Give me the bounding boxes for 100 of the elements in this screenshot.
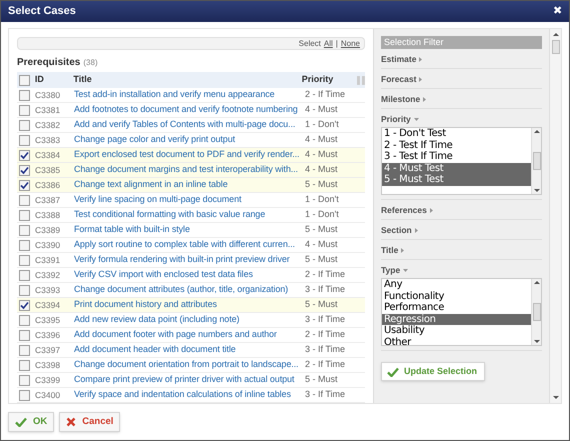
ok-button[interactable]: OK [8,412,54,432]
filter-section-toggle[interactable]: Estimate [381,54,542,64]
priority-text: 4 - Must [305,103,339,116]
priority-text: 4 - Must [305,148,339,162]
column-header[interactable]: Priority [302,73,358,87]
case-title-link[interactable]: Change document attributes (author, title, organization) [74,283,305,297]
table-row[interactable]: C3381 Add footnotes to document and verify footnote numbering 4 - Must [17,103,365,118]
case-title-link[interactable]: Change document orientation from portrait to landscape... [74,358,305,372]
case-title-link[interactable]: Test conditional formatting with basic value range [74,208,305,222]
case-title-link[interactable]: Test add-in installation and verify menu appearance [74,88,305,102]
table-row[interactable]: C3386 Change text alignment in an inline table 5 - Must [17,178,365,193]
priority-text: 5 - Must [305,253,339,266]
list-option[interactable]: Usability [382,325,531,336]
priority-text: 3 - If Time [305,283,346,296]
column-header[interactable]: Title [73,73,302,87]
table-row[interactable]: C3397 Add document header with document title 3 - If Time [17,343,365,358]
count: (38) [83,57,98,69]
window-title: Select Cases [8,4,76,20]
list-box[interactable]: 1 - Don't Test 2 - Test If Time 3 - Test If Time 4 - Must Test 5 - Must Test [381,127,542,195]
case-title-link[interactable]: Verify CSV import with enclosed test data files [74,268,305,282]
table-row[interactable]: C3398 Change document orientation from portrait to landscape... 2 - If Time [17,358,365,373]
case-title-link[interactable]: Change page color and verify print output [74,133,305,147]
list-option[interactable]: 4 - Must Test [382,162,531,174]
case-title-link[interactable]: Export enclosed test document to PDF and verify render... [74,148,305,162]
list-option[interactable]: 5 - Must Test [382,174,531,186]
case-id: C3397 [35,344,62,356]
list-option[interactable]: Other [382,336,531,345]
table-row[interactable]: C3391 Verify formula rendering with built-in print preview driver 5 - Must [17,253,365,268]
table-row[interactable]: C3399 Compare print preview of printer driver with actual output 5 - Must [17,373,365,388]
filter-section-toggle[interactable]: Section [381,225,542,235]
priority-text: 3 - If Time [305,343,346,356]
case-id: C3391 [35,254,62,266]
table-row[interactable]: C3383 Change page color and verify print output 4 - Must [17,133,365,148]
case-title-link[interactable]: Add document header with document title [74,343,305,357]
table-row[interactable]: C3390 Apply sort routine to complex table with different curren... 4 - Must [17,238,365,253]
case-id: C3384 [35,148,62,162]
list-option[interactable]: Performance [382,302,531,314]
priority-text: 1 - Don't [305,193,340,206]
case-title-link[interactable]: Add document footer with page numbers and author [74,328,305,342]
case-title-link[interactable]: Add new review data point (including note) [74,313,305,327]
column-header[interactable]: ID [34,73,74,87]
update-selection-button[interactable]: Update Selection [381,362,485,381]
filter-section-toggle[interactable]: Type [381,265,542,275]
case-title-link[interactable]: Print document history and attributes [74,298,305,312]
filter-header: Selection Filter [381,36,542,49]
table-row[interactable]: C3396 Add document footer with page numbers and author 2 - If Time [17,328,365,343]
table-row[interactable]: C3382 Add and verify Tables of Contents with multi-page docu... 1 - Don't [17,118,365,133]
list-option[interactable]: 2 - Test If Time [382,140,531,151]
table-row[interactable]: C3387 Verify line spacing on multi-page document 1 - Don't [17,193,365,208]
table-row[interactable]: C3392 Verify CSV import with enclosed test data files 2 - If Time [17,268,365,283]
case-title-link[interactable]: Add footnotes to document and verify footnote numbering [74,103,305,117]
table-row[interactable]: C3395 Add new review data point (including note) 3 - If Time [17,313,365,328]
case-id: C3398 [35,358,62,372]
priority-text: 4 - Must [305,163,339,176]
list-box[interactable]: Any Functionality Performance Regression Usability Other [381,278,542,346]
filter-section-toggle[interactable]: Milestone [381,94,542,104]
case-title-link[interactable]: Verify line spacing on multi-page document [74,193,305,207]
priority-text: 5 - Must [305,298,339,312]
cancel-button[interactable]: Cancel [59,412,120,432]
table-row[interactable]: C3380 Test add-in installation and verify menu appearance 2 - If Time [17,88,365,103]
case-title-link[interactable]: Verify formula rendering with built-in print preview driver [74,253,305,267]
case-id: C3396 [35,328,62,342]
table-row[interactable]: C3394 Print document history and attributes 5 - Must [17,298,365,313]
case-id: C3385 [35,164,62,176]
case-title-link[interactable]: Format table with built-in style [74,223,305,237]
case-title-link[interactable]: Compare print preview of printer driver with actual output [74,373,305,387]
case-id: C3388 [35,208,62,222]
select-none-link[interactable]: None [340,38,360,50]
priority-text: 2 - If Time [305,328,346,342]
list-option[interactable]: Functionality [382,290,531,302]
case-title-link[interactable]: Verify space and indentation calculations of inline tables [74,388,305,402]
filter-section-toggle[interactable]: References [381,205,542,215]
select-all-link[interactable]: All [324,38,333,50]
table-row[interactable]: C3384 Export enclosed test document to PDF and verify render... 4 - Must [17,148,365,163]
section-title: Prerequisites [17,56,80,70]
table-row[interactable]: C3388 Test conditional formatting with basic value range 1 - Don't [17,208,365,223]
priority-text: 5 - Must [305,223,339,236]
table-row[interactable]: C3385 Change document margins and test interoperability with... 4 - Must [17,163,365,178]
list-option[interactable]: Regression [382,314,531,325]
list-option[interactable]: 1 - Don't Test [382,128,531,140]
table-row[interactable]: C3389 Format table with built-in style 5 - Must [17,223,365,238]
filter-section-toggle[interactable]: Forecast [381,74,542,84]
filter-section-toggle[interactable]: Priority [381,114,542,124]
priority-text: 1 - Don't [305,118,340,132]
case-id: C3393 [35,284,62,296]
case-title-link[interactable]: Add and verify Tables of Contents with multi-page docu... [74,118,305,132]
list-option[interactable]: 3 - Test If Time [382,151,531,162]
priority-text: 1 - Don't [305,208,340,222]
case-id: C3383 [35,134,62,146]
case-title-link[interactable]: Change text alignment in an inline table [74,178,305,192]
list-option[interactable]: Any [382,279,531,290]
case-id: C3381 [35,104,62,116]
filter-section-toggle[interactable]: Title [381,245,542,255]
close-button[interactable]: ✖ [553,6,562,17]
table-row[interactable]: C3393 Change document attributes (author, title, organization) 3 - If Time [17,283,365,298]
priority-text: 5 - Must [305,178,339,192]
priority-text: 3 - If Time [305,313,346,326]
case-title-link[interactable]: Change document margins and test interoperability with... [74,163,305,177]
table-row[interactable]: C3400 Verify space and indentation calculations of inline tables 3 - If Time [17,388,365,403]
case-title-link[interactable]: Apply sort routine to complex table with different curren... [74,238,305,252]
